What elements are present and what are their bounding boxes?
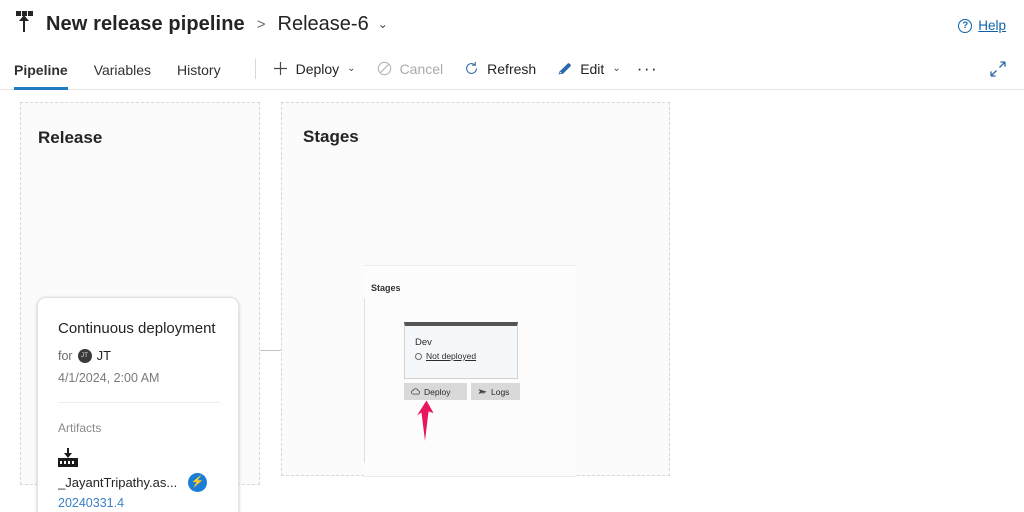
artifacts-label: Artifacts: [58, 421, 102, 435]
toolbar-divider: [254, 58, 256, 79]
cloud-icon: [411, 388, 420, 395]
chevron-down-icon[interactable]: ⌄: [378, 17, 388, 31]
page-header: New release pipeline > Release-6 ⌄ ? Hel…: [0, 0, 1024, 48]
cancel-button-label: Cancel: [399, 60, 444, 77]
ellipsis-icon: ···: [636, 58, 659, 78]
tab-pipeline-label: Pipeline: [14, 61, 68, 78]
expand-diagonal-icon[interactable]: [988, 59, 1008, 79]
deploy-button[interactable]: Deploy ⌄: [272, 60, 356, 77]
stage-deploy-label: Deploy: [424, 386, 451, 397]
plus-icon: [272, 60, 289, 77]
stage-deploy-button[interactable]: Deploy: [404, 383, 467, 400]
deploy-button-label: Deploy: [295, 60, 340, 77]
cancel-button: Cancel: [376, 60, 444, 77]
tab-history-label: History: [177, 61, 221, 78]
tab-variables[interactable]: Variables: [94, 48, 151, 90]
tab-pipeline[interactable]: Pipeline: [14, 48, 68, 90]
edit-button-label: Edit: [580, 60, 605, 77]
refresh-button-label: Refresh: [487, 60, 537, 77]
refresh-icon: [463, 60, 480, 77]
stages-vertical-line: [364, 298, 365, 463]
stage-logs-button[interactable]: Logs: [471, 383, 520, 400]
stages-inner-title: Stages: [371, 283, 401, 293]
circle-outline-icon: [415, 352, 422, 360]
logs-send-icon: [478, 388, 487, 396]
command-toolbar: Pipeline Variables History Deploy ⌄ Canc…: [0, 48, 1024, 90]
pipeline-canvas: Release Continuous deployment for JT JT …: [0, 90, 1024, 512]
release-card-header: Continuous deployment for JT JT 4/1/2024…: [38, 298, 238, 403]
artifact-name: _JayantTripathy.as...: [58, 475, 178, 490]
red-arrow-pointer: [408, 400, 442, 442]
help-link[interactable]: ? Help: [958, 18, 1006, 33]
stage-status-badge[interactable]: Not deployed: [415, 351, 476, 361]
question-circle-icon: ?: [958, 18, 973, 33]
release-card-artifacts: Artifacts _JayantTripathy.as... ⚡ 202403…: [38, 403, 238, 512]
stage-status-label: Not deployed: [426, 351, 477, 361]
stage-card-dev[interactable]: Dev Not deployed: [404, 322, 518, 379]
refresh-button[interactable]: Refresh: [463, 60, 536, 77]
for-label: for: [58, 348, 73, 363]
release-card-title: Continuous deployment: [58, 320, 216, 337]
release-date: 4/1/2024, 2:00 AM: [58, 371, 160, 385]
more-options-button[interactable]: ···: [637, 59, 658, 79]
pencil-icon: [556, 60, 573, 77]
release-card-owner: for JT JT: [58, 348, 220, 363]
tab-variables-label: Variables: [93, 61, 152, 78]
breadcrumb-pipeline-name[interactable]: New release pipeline: [46, 13, 245, 36]
artifact-version[interactable]: 20240331.4: [58, 496, 220, 510]
owner-name: JT: [96, 348, 112, 363]
breadcrumb-release-name[interactable]: Release-6: [278, 13, 369, 36]
stage-name: Dev: [415, 337, 432, 348]
artifact-row[interactable]: _JayantTripathy.as... ⚡: [58, 473, 220, 492]
tab-history[interactable]: History: [177, 48, 221, 90]
avatar: JT: [77, 348, 92, 363]
cancel-icon: [376, 60, 393, 77]
help-label: Help: [978, 18, 1006, 33]
edit-button[interactable]: Edit ⌄: [556, 60, 621, 77]
chevron-down-icon: ⌄: [347, 63, 356, 74]
stages-panel-title: Stages: [303, 127, 359, 146]
lightning-bolt-icon: ⚡: [188, 473, 208, 492]
chevron-down-icon: ⌄: [612, 63, 621, 74]
build-artifact-icon: [58, 448, 78, 467]
release-pipeline-icon: [14, 11, 36, 35]
breadcrumb-separator: >: [256, 15, 266, 33]
stage-action-buttons: Deploy Logs: [404, 383, 520, 400]
release-panel-title: Release: [38, 128, 103, 147]
stage-logs-label: Logs: [491, 386, 510, 397]
release-card[interactable]: Continuous deployment for JT JT 4/1/2024…: [37, 297, 239, 512]
